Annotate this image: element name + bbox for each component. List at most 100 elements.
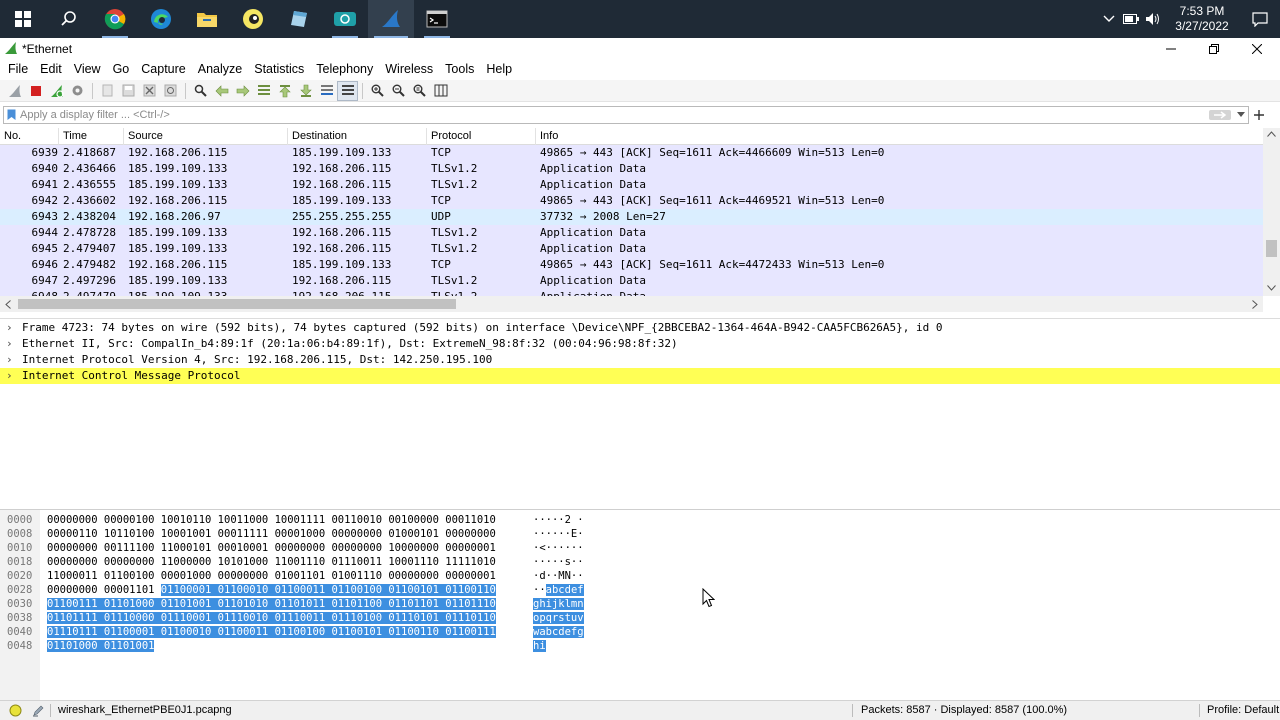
scroll-up-icon[interactable] bbox=[1267, 131, 1276, 137]
go-back-button[interactable] bbox=[211, 81, 232, 101]
find-packet-button[interactable] bbox=[190, 81, 211, 101]
expert-info-icon[interactable] bbox=[9, 704, 22, 717]
byte-ascii[interactable]: ·d··MN·· bbox=[533, 569, 584, 583]
detail-row-icmp[interactable]: › Internet Control Message Protocol bbox=[0, 368, 1280, 384]
byte-ascii[interactable]: ·<······ bbox=[533, 541, 584, 555]
byte-ascii[interactable]: opqrstuv bbox=[533, 611, 584, 625]
tray-battery[interactable] bbox=[1120, 0, 1142, 38]
bytes-row[interactable]: 0048 01101000 01101001 hi bbox=[0, 639, 700, 653]
close-button[interactable] bbox=[1235, 38, 1279, 59]
bytes-row[interactable]: 0020 11000011 01100100 00001000 00000000 … bbox=[0, 569, 700, 583]
packet-row[interactable]: 6944 2.478728 185.199.109.133 192.168.206.1… bbox=[0, 225, 1263, 241]
packet-list-vertical-scrollbar[interactable] bbox=[1263, 128, 1280, 296]
taskbar-edge[interactable] bbox=[138, 0, 184, 38]
menu-telephony[interactable]: Telephony bbox=[310, 62, 379, 76]
menu-wireless[interactable]: Wireless bbox=[379, 62, 439, 76]
bytes-row[interactable]: 0018 00000000 00000000 11000000 10101000 … bbox=[0, 555, 700, 569]
minimize-button[interactable] bbox=[1149, 38, 1193, 59]
zoom-in-button[interactable] bbox=[367, 81, 388, 101]
menu-capture[interactable]: Capture bbox=[135, 62, 191, 76]
detail-row-ethernet[interactable]: › Ethernet II, Src: CompalIn_b4:89:1f (20… bbox=[0, 336, 1280, 352]
autoscroll-button[interactable] bbox=[316, 81, 337, 101]
expand-arrow-icon[interactable]: › bbox=[6, 368, 13, 384]
start-button[interactable] bbox=[0, 0, 46, 38]
reload-file-button[interactable] bbox=[160, 81, 181, 101]
byte-bits[interactable]: 00000000 00000000 11000000 10101000 1100… bbox=[47, 555, 496, 569]
byte-bits[interactable]: 00000000 00111100 11000101 00010001 0000… bbox=[47, 541, 496, 555]
apply-filter-arrow-icon[interactable] bbox=[1209, 110, 1231, 120]
expand-arrow-icon[interactable]: › bbox=[6, 320, 13, 336]
column-header-destination[interactable]: Destination bbox=[288, 128, 427, 145]
packet-row[interactable]: 6941 2.436555 185.199.109.133 192.168.206.1… bbox=[0, 177, 1263, 193]
display-filter-input[interactable] bbox=[20, 107, 1200, 123]
taskbar-wireshark[interactable] bbox=[368, 0, 414, 38]
byte-bits[interactable]: 00000000 00001101 01100001 01100010 0110… bbox=[47, 583, 496, 597]
packet-row[interactable]: 6947 2.497296 185.199.109.133 192.168.206.1… bbox=[0, 273, 1263, 289]
byte-ascii[interactable]: wabcdefg bbox=[533, 625, 584, 639]
close-file-button[interactable] bbox=[139, 81, 160, 101]
expand-arrow-icon[interactable]: › bbox=[6, 336, 13, 352]
taskbar-teal-app[interactable] bbox=[322, 0, 368, 38]
byte-bits[interactable]: 00000000 00000100 10010110 10011000 1000… bbox=[47, 513, 496, 527]
scroll-left-icon[interactable] bbox=[5, 300, 11, 309]
menu-tools[interactable]: Tools bbox=[439, 62, 480, 76]
zoom-out-button[interactable] bbox=[388, 81, 409, 101]
taskbar-notepad[interactable] bbox=[276, 0, 322, 38]
tray-volume[interactable] bbox=[1142, 0, 1164, 38]
scroll-thumb[interactable] bbox=[1266, 240, 1277, 257]
byte-bits[interactable]: 01100111 01101000 01101001 01101010 0110… bbox=[47, 597, 496, 611]
menu-file[interactable]: File bbox=[2, 62, 34, 76]
first-packet-button[interactable] bbox=[274, 81, 295, 101]
packet-row[interactable]: 6940 2.436466 185.199.109.133 192.168.206.1… bbox=[0, 161, 1263, 177]
column-header-protocol[interactable]: Protocol bbox=[427, 128, 536, 145]
go-forward-button[interactable] bbox=[232, 81, 253, 101]
byte-bits[interactable]: 11000011 01100100 00001000 00000000 0100… bbox=[47, 569, 496, 583]
edit-comment-icon[interactable] bbox=[32, 704, 45, 717]
taskbar-search-button[interactable] bbox=[46, 0, 92, 38]
column-header-info[interactable]: Info bbox=[536, 128, 1263, 145]
taskbar-terminal[interactable] bbox=[414, 0, 460, 38]
bytes-row[interactable]: 0038 01101111 01110000 01110001 01110010 … bbox=[0, 611, 700, 625]
column-header-source[interactable]: Source bbox=[124, 128, 288, 145]
menu-edit[interactable]: Edit bbox=[34, 62, 68, 76]
bytes-row[interactable]: 0028 00000000 00001101 01100001 01100010 … bbox=[0, 583, 700, 597]
bytes-row[interactable]: 0010 00000000 00111100 11000101 00010001 … bbox=[0, 541, 700, 555]
profile-status[interactable]: Profile: Default bbox=[1207, 701, 1279, 720]
taskbar-clock[interactable]: 7:53 PM 3/27/2022 bbox=[1164, 4, 1240, 34]
byte-bits[interactable]: 01101000 01101001 bbox=[47, 639, 155, 653]
menu-analyze[interactable]: Analyze bbox=[192, 62, 248, 76]
bytes-row[interactable]: 0000 00000000 00000100 10010110 10011000 … bbox=[0, 513, 700, 527]
detail-row-ipv4[interactable]: › Internet Protocol Version 4, Src: 192.1… bbox=[0, 352, 1280, 368]
open-file-button[interactable] bbox=[97, 81, 118, 101]
normal-size-button[interactable] bbox=[409, 81, 430, 101]
detail-row-frame[interactable]: › Frame 4723: 74 bytes on wire (592 bits)… bbox=[0, 320, 1280, 336]
byte-bits[interactable]: 01101111 01110000 01110001 01110010 0111… bbox=[47, 611, 496, 625]
column-header-time[interactable]: Time bbox=[59, 128, 124, 145]
column-header-no[interactable]: No. bbox=[0, 128, 59, 145]
scroll-right-icon[interactable] bbox=[1252, 300, 1258, 309]
packet-row[interactable]: 6942 2.436602 192.168.206.115 185.199.109.1… bbox=[0, 193, 1263, 209]
packet-row[interactable]: 6946 2.479482 192.168.206.115 185.199.109.1… bbox=[0, 257, 1263, 273]
expand-arrow-icon[interactable]: › bbox=[6, 352, 13, 368]
packet-list-horizontal-scrollbar[interactable] bbox=[0, 296, 1263, 312]
go-to-packet-button[interactable] bbox=[253, 81, 274, 101]
menu-statistics[interactable]: Statistics bbox=[248, 62, 310, 76]
byte-ascii[interactable]: ··abcdef bbox=[533, 583, 584, 597]
packet-row[interactable]: 6943 2.438204 192.168.206.97 255.255.255.25… bbox=[0, 209, 1263, 225]
packet-row[interactable]: 6945 2.479407 185.199.109.133 192.168.206.1… bbox=[0, 241, 1263, 257]
add-filter-button[interactable] bbox=[1252, 106, 1266, 124]
menu-view[interactable]: View bbox=[68, 62, 107, 76]
menu-help[interactable]: Help bbox=[480, 62, 518, 76]
bytes-row[interactable]: 0008 00000110 10110100 10001001 00011111 … bbox=[0, 527, 700, 541]
byte-bits[interactable]: 00000110 10110100 10001001 00011111 0000… bbox=[47, 527, 496, 541]
taskbar-chrome[interactable] bbox=[92, 0, 138, 38]
resize-columns-button[interactable] bbox=[430, 81, 451, 101]
bytes-row[interactable]: 0030 01100111 01101000 01101001 01101010 … bbox=[0, 597, 700, 611]
tray-chevron-up[interactable] bbox=[1098, 0, 1120, 38]
bytes-row[interactable]: 0040 01110111 01100001 01100010 01100011 … bbox=[0, 625, 700, 639]
bookmark-icon[interactable] bbox=[7, 109, 16, 121]
taskbar-file-explorer[interactable] bbox=[184, 0, 230, 38]
colorize-button[interactable] bbox=[337, 80, 358, 101]
byte-ascii[interactable]: ·····s·· bbox=[533, 555, 584, 569]
stop-capture-button[interactable] bbox=[25, 81, 46, 101]
